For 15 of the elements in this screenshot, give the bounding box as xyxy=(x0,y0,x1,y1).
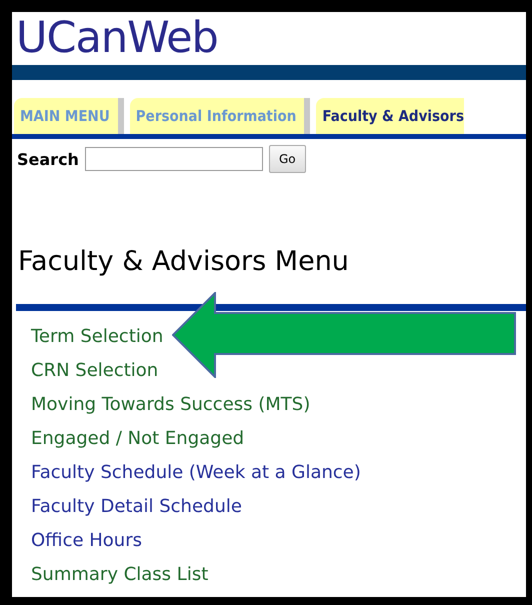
menu-tab[interactable]: Faculty & Advisors xyxy=(316,98,464,134)
go-button[interactable]: Go xyxy=(268,145,306,173)
site-title: UCanWeb xyxy=(15,12,219,64)
menu-link[interactable]: Summary Class List xyxy=(31,564,208,585)
menu-link[interactable]: CRN Selection xyxy=(31,360,158,381)
search-field[interactable] xyxy=(84,147,263,171)
page-heading: Faculty & Advisors Menu xyxy=(18,245,350,279)
menu-link[interactable]: Office Hours xyxy=(31,530,142,551)
menu-link[interactable]: Engaged / Not Engaged xyxy=(31,428,244,449)
menu-link[interactable]: Moving Towards Success (MTS) xyxy=(31,394,310,415)
search-label: Search xyxy=(17,150,79,168)
menu-link[interactable]: Faculty Detail Schedule xyxy=(31,496,242,517)
menu-link[interactable]: Term Selection xyxy=(31,326,164,347)
menu-link[interactable]: Faculty Schedule (Week at a Glance) xyxy=(31,462,361,483)
arrow-icon xyxy=(172,292,518,378)
